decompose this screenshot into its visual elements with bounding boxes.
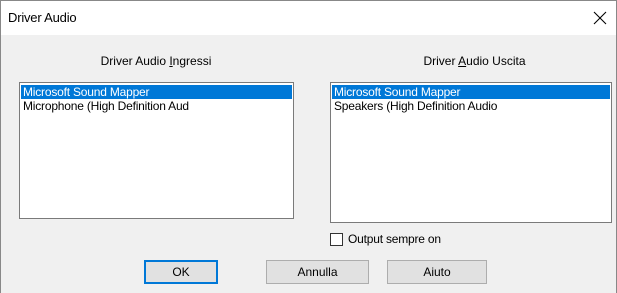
output-drivers-listbox[interactable]: Microsoft Sound Mapper Speakers (High De… [330,82,612,223]
ok-button[interactable]: OK [144,260,218,284]
driver-audio-dialog: Driver Audio Driver Audio Ingressi Micro… [0,0,617,293]
dialog-body: Driver Audio Ingressi Microsoft Sound Ma… [1,35,616,293]
close-button[interactable] [589,7,611,29]
output-drivers-label: Driver Audio Uscita [423,54,526,68]
output-always-on-label: Output sempre on [348,232,441,246]
input-drivers-label: Driver Audio Ingressi [100,54,212,68]
close-icon [593,11,607,25]
list-item[interactable]: Microsoft Sound Mapper [332,85,610,99]
output-always-on-checkbox[interactable] [330,232,343,246]
cancel-button[interactable]: Annulla [266,260,369,284]
output-always-on-option[interactable]: Output sempre on [330,231,441,247]
list-item[interactable]: Speakers (High Definition Audio [332,99,610,113]
list-item[interactable]: Microphone (High Definition Aud [21,99,292,113]
list-item[interactable]: Microsoft Sound Mapper [21,85,292,99]
window-title: Driver Audio [8,10,77,25]
title-bar[interactable]: Driver Audio [1,1,616,35]
input-drivers-listbox[interactable]: Microsoft Sound Mapper Microphone (High … [19,82,294,219]
help-button[interactable]: Aiuto [387,260,487,284]
